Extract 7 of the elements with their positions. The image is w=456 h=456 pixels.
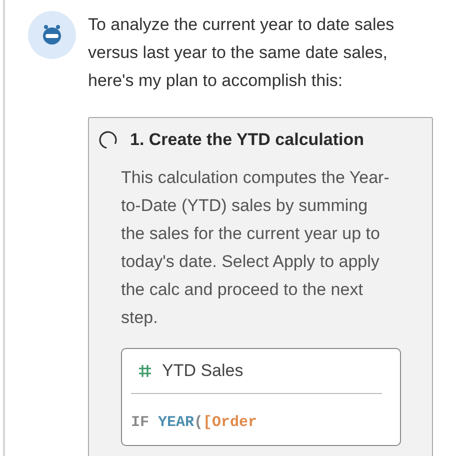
calculation-name: YTD Sales: [162, 361, 244, 381]
step-description: This calculation computes the Year-to-Date (YTD) sales by summing the sales for the current year up to today's date. Select Apply to apply the calc and proceed to the next step.: [121, 167, 390, 329]
assistant-message: To analyze the current year to date sales versus last year to the same date sales, here's my plan to accomplish this:: [88, 14, 396, 92]
robot-face-icon: [40, 23, 64, 47]
number-hash-icon: [138, 364, 152, 378]
step-title: 1. Create the YTD calculation: [130, 130, 364, 150]
calculation-code: IF YEAR([Order: [131, 414, 258, 431]
